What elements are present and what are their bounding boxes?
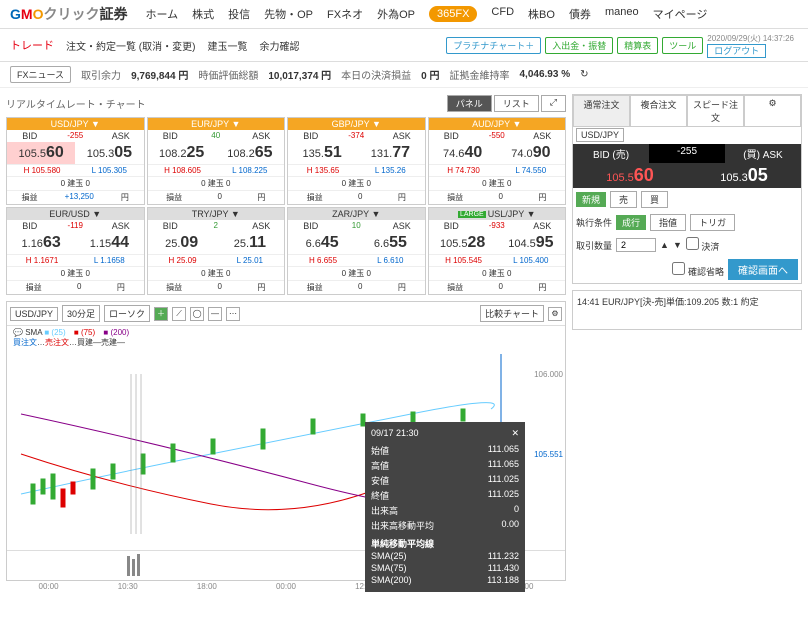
rate-card-EUR/USD[interactable]: EUR/USD ▼BID-119ASK1.16631.1544H 1.1671L…	[6, 207, 145, 295]
chart-settings-icon[interactable]: ⚙	[548, 307, 562, 321]
logout-button[interactable]: ログアウト	[707, 44, 766, 58]
account-info: FXニュース 取引余力9,769,844 円 時価評価総額10,017,374 …	[0, 62, 808, 88]
tools-button[interactable]: ツール	[662, 37, 703, 54]
nav-maneo[interactable]: maneo	[605, 6, 639, 22]
nav-先物・OP[interactable]: 先物・OP	[264, 6, 313, 22]
deposit-button[interactable]: 入出金・振替	[545, 37, 613, 54]
chart-tooltip: 09/17 21:30✕ 始値111.065高値111.065安値111.025…	[365, 422, 525, 592]
refresh-icon[interactable]: ↻	[580, 69, 588, 80]
rate-card-GBP/JPY[interactable]: GBP/JPY ▼BID-374ASK135.51131.77H 135.65L…	[287, 117, 426, 205]
chart-type-select[interactable]: ローソク	[104, 305, 150, 322]
chart-legend: 💬 SMA ■ (25) ■ (75) ■ (200) 買注文…売注文…買建—売…	[7, 326, 565, 350]
draw-icon[interactable]: ⟋	[172, 307, 186, 321]
chat-icon[interactable]: 💬	[13, 328, 23, 337]
order-settings-icon[interactable]: ⚙	[744, 95, 801, 127]
speed-order-tab[interactable]: スピード注文	[687, 95, 744, 127]
sell-button[interactable]: 売	[610, 191, 637, 208]
sub-nav: トレード 注文・約定一覧 (取消・変更) 建玉一覧 余力確認 プラチナチャート＋…	[0, 29, 808, 62]
nav-外為OP[interactable]: 外為OP	[377, 6, 415, 22]
nav-マイページ[interactable]: マイページ	[653, 6, 708, 22]
rate-card-USD/JPY[interactable]: USD/JPY ▼BID-255ASK105.560105.305H 105.5…	[6, 117, 145, 205]
order-panel: 通常注文 複合注文 スピード注文 ⚙ USD/JPY BID (売)-255(買…	[572, 94, 802, 284]
ask-price[interactable]: 105.305	[687, 163, 801, 188]
header: GMOクリック証券 ホーム株式投信先物・OP FXネオ外為OP 365FX CFD 株B…	[0, 0, 808, 29]
line-icon[interactable]: —	[208, 307, 222, 321]
chart-panel: USD/JPY 30分足 ローソク ＋ ⟋ ◯ — ⋯ 比較チャート ⚙ 💬 S…	[6, 301, 566, 581]
rates-title: リアルタイムレート・チャート	[6, 94, 146, 113]
settle-checkbox[interactable]	[686, 237, 699, 250]
hline-icon[interactable]: ⋯	[226, 307, 240, 321]
statement-button[interactable]: 精算表	[617, 37, 658, 54]
crosshair-icon[interactable]: ＋	[154, 307, 168, 321]
new-order-button[interactable]: 新規	[576, 192, 606, 207]
nav-債券[interactable]: 債券	[569, 6, 591, 22]
trade-label[interactable]: トレード	[10, 37, 54, 53]
nav-ホーム[interactable]: ホーム	[145, 6, 178, 22]
rate-grid: USD/JPY ▼BID-255ASK105.560105.305H 105.5…	[6, 117, 566, 295]
platinum-chart-button[interactable]: プラチナチャート＋	[446, 37, 541, 54]
quantity-input[interactable]	[616, 238, 656, 252]
expand-icon[interactable]: ⤢	[541, 95, 566, 112]
nav-株BO[interactable]: 株BO	[528, 6, 555, 22]
margin-link[interactable]: 余力確認	[259, 38, 299, 53]
nav-FXネオ[interactable]: FXネオ	[327, 6, 363, 22]
panel-tab[interactable]: パネル	[447, 95, 492, 112]
timestamp: 2020/09/29(火) 14:37:26	[707, 33, 794, 44]
rate-card-EUR/JPY[interactable]: EUR/JPY ▼BID40ASK108.225108.265H 108.605…	[147, 117, 286, 205]
fx-news-button[interactable]: FXニュース	[10, 66, 71, 83]
logo: GMOクリック証券	[10, 4, 127, 24]
market-button[interactable]: 成行	[616, 215, 646, 230]
order-pair-select[interactable]: USD/JPY	[576, 128, 624, 142]
positions-link[interactable]: 建玉一覧	[207, 38, 247, 53]
zoom-icon[interactable]: ◯	[190, 307, 204, 321]
nav-投信[interactable]: 投信	[228, 6, 250, 22]
trigger-button[interactable]: トリガ	[690, 214, 735, 231]
buy-button[interactable]: 買	[641, 191, 668, 208]
combo-order-tab[interactable]: 複合注文	[630, 95, 687, 127]
rate-card-AUD/JPY[interactable]: AUD/JPY ▼BID-550ASK74.64074.090H 74.730L…	[428, 117, 567, 205]
qty-down-icon[interactable]: ▼	[673, 240, 682, 250]
bid-price[interactable]: 105.560	[573, 163, 687, 188]
nav-CFD[interactable]: CFD	[491, 6, 514, 22]
normal-order-tab[interactable]: 通常注文	[573, 95, 630, 127]
rate-card-USL/JPY[interactable]: LARGEUSL/JPY ▼BID-933ASK105.528104.595H …	[428, 207, 567, 295]
list-tab[interactable]: リスト	[494, 95, 539, 112]
execution-log: 14:41 EUR/JPY[決-売]単価:109.205 数:1 約定	[572, 290, 802, 330]
skip-confirm-checkbox[interactable]	[672, 262, 685, 275]
confirm-button[interactable]: 確認画面へ	[728, 259, 798, 280]
orders-link[interactable]: 注文・約定一覧 (取消・変更)	[66, 38, 195, 53]
chart-pair-select[interactable]: USD/JPY	[10, 307, 58, 321]
compare-chart-button[interactable]: 比較チャート	[480, 305, 544, 322]
close-icon[interactable]: ✕	[511, 428, 519, 439]
limit-button[interactable]: 指値	[650, 214, 686, 231]
main-nav: ホーム株式投信先物・OP FXネオ外為OP 365FX CFD 株BO 債券 maneo マイ…	[145, 6, 707, 22]
qty-up-icon[interactable]: ▲	[660, 240, 669, 250]
rate-card-TRY/JPY[interactable]: TRY/JPY ▼BID2ASK25.0925.11H 25.09L 25.01…	[147, 207, 286, 295]
chart-timeframe-select[interactable]: 30分足	[62, 305, 100, 322]
nav-株式[interactable]: 株式	[192, 6, 214, 22]
nav-365FX[interactable]: 365FX	[429, 6, 477, 22]
rate-card-ZAR/JPY[interactable]: ZAR/JPY ▼BID10ASK6.6456.655H 6.655L 6.61…	[287, 207, 426, 295]
chart-toolbar: USD/JPY 30分足 ローソク ＋ ⟋ ◯ — ⋯ 比較チャート ⚙	[7, 302, 565, 326]
